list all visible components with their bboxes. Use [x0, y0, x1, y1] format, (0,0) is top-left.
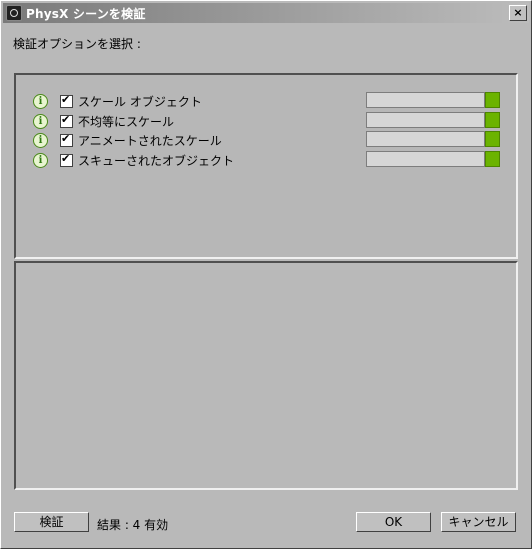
dialog-window: PhysX シーンを検証 × 検証オプションを選択 : i スケール オブジェク… — [0, 0, 532, 549]
check-label: スキューされたオブジェクト — [78, 153, 235, 168]
check-row-nonuniform-scale: i 不均等にスケール — [33, 112, 503, 130]
progress-indicator — [366, 112, 500, 128]
titlebar[interactable]: PhysX シーンを検証 × — [3, 3, 529, 23]
progress-bar — [366, 131, 485, 147]
progress-indicator — [366, 92, 500, 108]
checkbox-nonuniform-scale[interactable] — [60, 113, 73, 128]
status-ok-indicator — [485, 92, 500, 108]
status-ok-indicator — [485, 131, 500, 147]
checkbox-scale-objects[interactable] — [60, 93, 73, 108]
result-summary: 結果 : 4 有効 — [97, 518, 169, 532]
status-ok-indicator — [485, 112, 500, 128]
progress-indicator — [366, 131, 500, 147]
results-panel[interactable] — [14, 261, 518, 490]
progress-bar — [366, 151, 485, 167]
checkbox-skewed-objects[interactable] — [60, 152, 73, 167]
status-ok-indicator — [485, 151, 500, 167]
cancel-button[interactable]: キャンセル — [441, 512, 516, 532]
progress-bar — [366, 112, 485, 128]
check-row-animated-scale: i アニメートされたスケール — [33, 131, 503, 149]
check-label: 不均等にスケール — [78, 114, 175, 129]
app-icon — [6, 5, 22, 21]
info-icon[interactable]: i — [33, 93, 48, 109]
check-row-skewed-objects: i スキューされたオブジェクト — [33, 151, 503, 169]
info-icon[interactable]: i — [33, 152, 48, 168]
check-label: スケール オブジェクト — [78, 94, 202, 109]
close-button[interactable]: × — [509, 5, 527, 21]
check-row-scale-objects: i スケール オブジェクト — [33, 92, 503, 110]
window-title: PhysX シーンを検証 — [26, 6, 146, 21]
prompt-label: 検証オプションを選択 : — [13, 37, 141, 51]
progress-bar — [366, 92, 485, 108]
validation-options-panel: i スケール オブジェクト i 不均等にスケール i アニメートされたスケール — [14, 73, 518, 259]
ok-button[interactable]: OK — [356, 512, 431, 532]
progress-indicator — [366, 151, 500, 167]
info-icon[interactable]: i — [33, 132, 48, 148]
info-icon[interactable]: i — [33, 113, 48, 129]
check-label: アニメートされたスケール — [78, 133, 222, 148]
validate-button[interactable]: 検証 — [14, 512, 89, 532]
checkbox-animated-scale[interactable] — [60, 132, 73, 147]
